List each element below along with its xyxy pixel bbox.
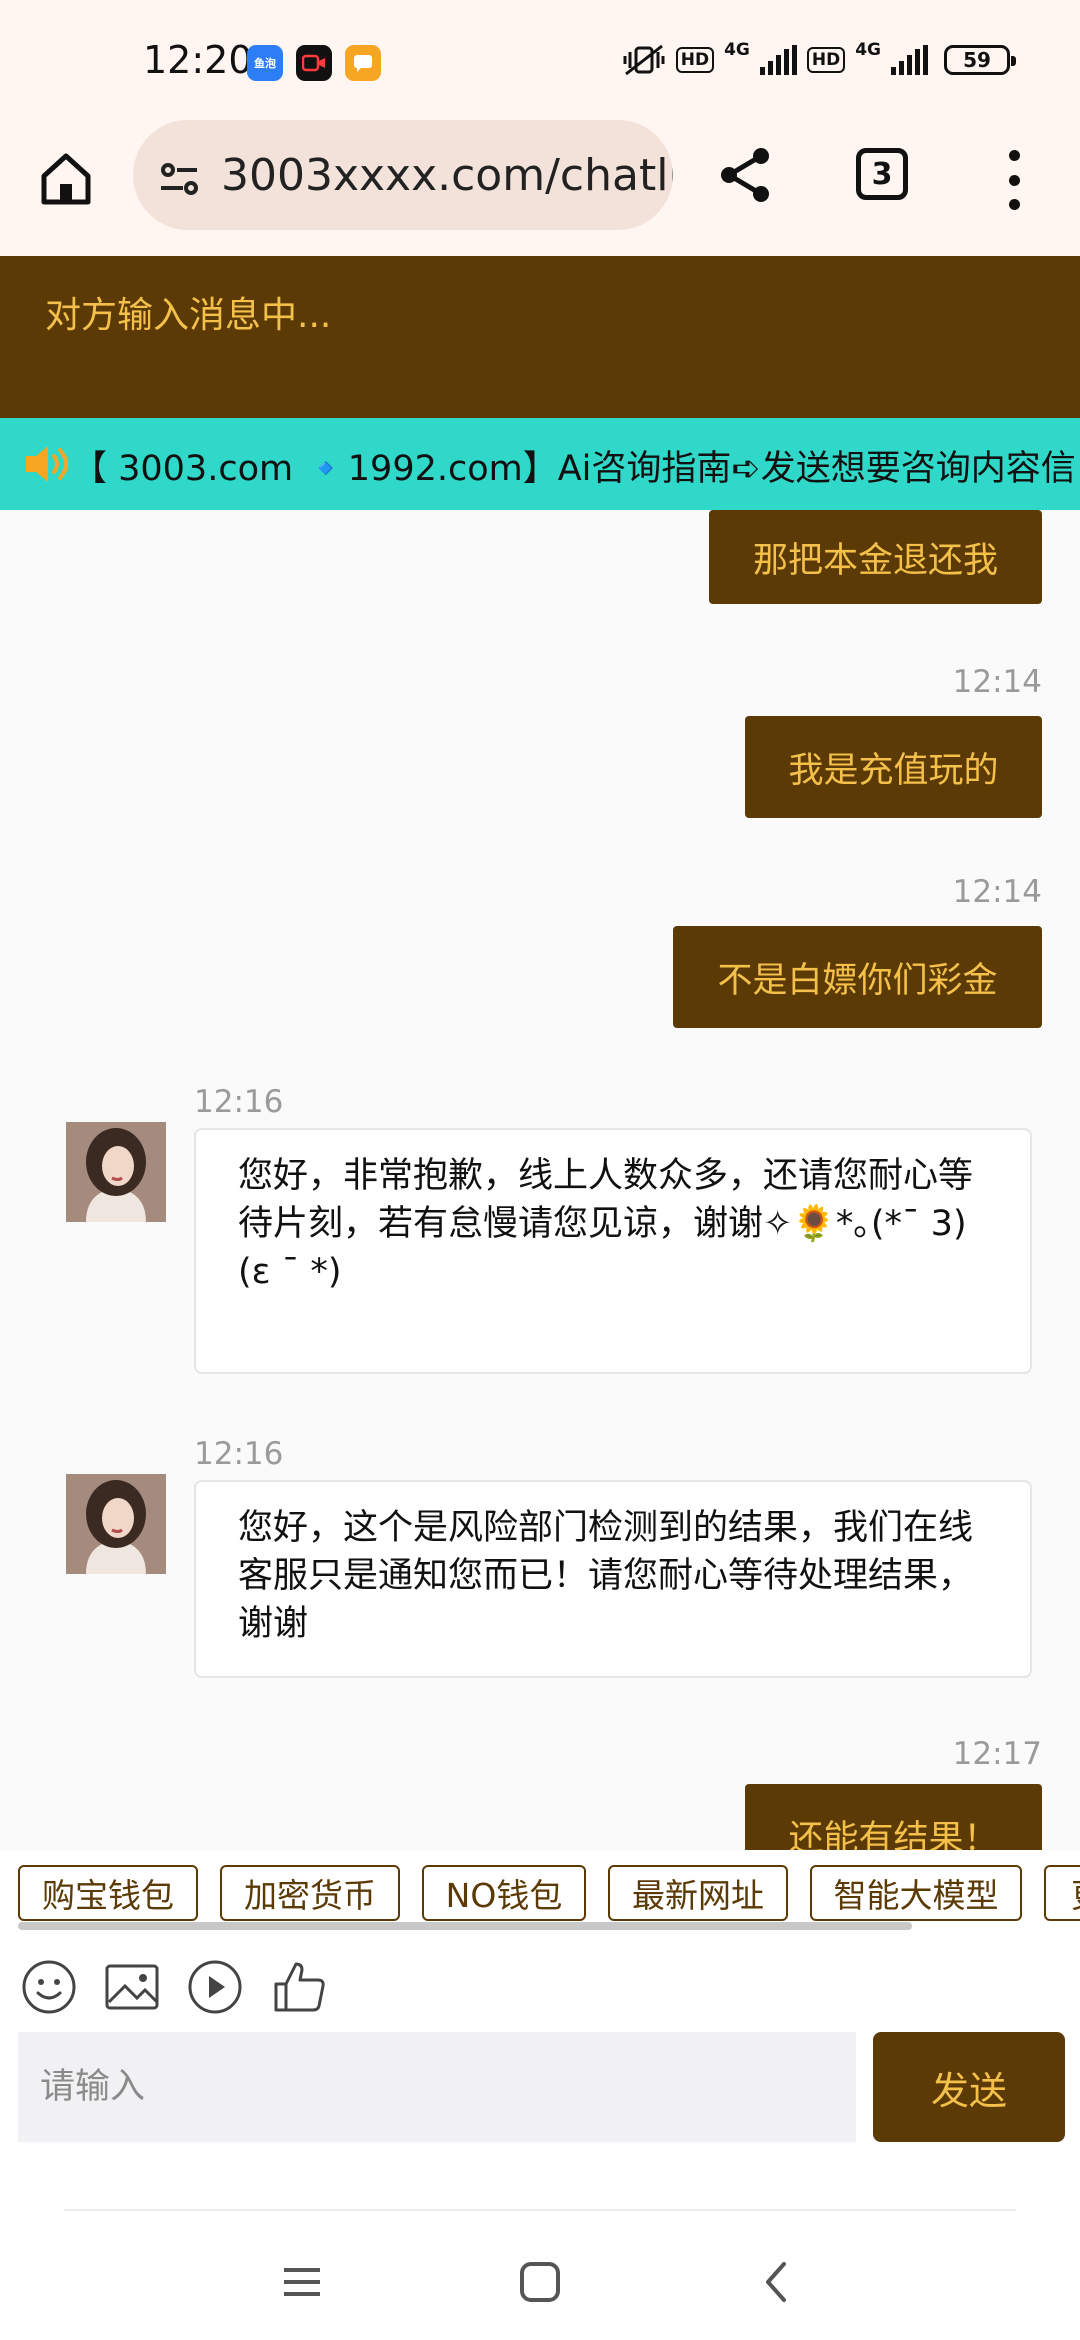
message-time: 12:16 (194, 1436, 284, 1472)
message-time: 12:14 (952, 874, 1042, 910)
quick-chip-ai-model[interactable]: 智能大模型 (810, 1865, 1022, 1921)
video-icon[interactable] (186, 1958, 244, 2016)
message-time: 12:17 (952, 1736, 1042, 1772)
message-bubble-received[interactable]: 您好，非常抱歉，线上人数众多，还请您耐心等待片刻，若有怠慢请您见谅，谢谢✧🌻*｡… (194, 1128, 1032, 1374)
like-icon[interactable] (270, 1958, 328, 2016)
address-bar[interactable]: 3003xxxx.com/chatlink (133, 120, 673, 230)
share-icon[interactable] (715, 144, 777, 206)
message-bubble-received[interactable]: 您好，这个是风险部门检测到的结果，我们在线客服只是通知您而已！请您耐心等待处理结… (194, 1480, 1032, 1678)
browser-toolbar: 3003xxxx.com/chatlink 3 (0, 120, 1080, 256)
back-icon[interactable] (754, 2258, 802, 2306)
url-text[interactable]: 3003xxxx.com/chatlink (221, 150, 673, 201)
signal-icon-2 (891, 45, 928, 75)
speaker-icon (26, 446, 68, 482)
network-type: 4G (724, 40, 750, 60)
avatar[interactable] (66, 1474, 166, 1574)
overflow-menu-icon[interactable] (1004, 150, 1024, 210)
message-bubble-sent[interactable]: 不是白嫖你们彩金 (673, 926, 1042, 1028)
status-time: 12:20 (143, 38, 253, 82)
nav-home-icon[interactable] (516, 2258, 564, 2306)
recent-apps-icon[interactable] (278, 2258, 326, 2306)
home-icon[interactable] (36, 148, 96, 208)
message-time: 12:16 (194, 1084, 284, 1120)
composer-tools (0, 1934, 1080, 2030)
message-bubble-sent[interactable]: 那把本金退还我 (709, 510, 1042, 604)
message-app-icon (345, 45, 381, 81)
status-indicators: HD 4G HD 4G 59 (622, 40, 1016, 78)
message-input[interactable] (18, 2032, 856, 2142)
screen-record-icon (296, 45, 332, 81)
send-button[interactable]: 发送 (873, 2032, 1065, 2142)
quick-chip-latest-url[interactable]: 最新网址 (608, 1865, 788, 1921)
status-bar: 12:20 鱼泡 HD 4G HD 4G 59 (0, 0, 1080, 120)
mute-vibrate-icon (623, 44, 665, 76)
nav-divider (64, 2209, 1016, 2211)
chips-scrollbar[interactable] (18, 1922, 912, 1930)
announcement-marquee[interactable]: 【 3003.com 🔹1992.com】Ai咨询指南➪发送想要咨询内容信 (0, 418, 1080, 510)
message-bubble-sent[interactable]: 还能有结果！ (745, 1784, 1042, 1850)
message-time: 12:14 (952, 664, 1042, 700)
quick-chip-crypto[interactable]: 加密货币 (220, 1865, 400, 1921)
quick-chip-no-wallet[interactable]: NO钱包 (422, 1865, 586, 1921)
chat-header: 对方输入消息中... (0, 256, 1080, 418)
image-icon[interactable] (103, 1958, 161, 2016)
hd-badge-2: HD (806, 47, 846, 73)
system-nav-bar (0, 2162, 1080, 2340)
message-list[interactable]: 那把本金退还我 12:14 我是充值玩的 12:14 不是白嫖你们彩金 12:1… (0, 510, 1080, 1850)
network-type-2: 4G (855, 40, 881, 60)
yupao-app-icon: 鱼泡 (247, 45, 283, 81)
emoji-icon[interactable] (20, 1958, 78, 2016)
marquee-text: 【 3003.com 🔹1992.com】Ai咨询指南➪发送想要咨询内容信 (72, 449, 1076, 489)
hd-badge: HD (675, 47, 715, 73)
typing-status: 对方输入消息中... (45, 295, 332, 336)
message-bubble-sent[interactable]: 我是充值玩的 (745, 716, 1042, 818)
quick-chip-more[interactable]: 更多 (1044, 1865, 1080, 1921)
quick-chip-wallet[interactable]: 购宝钱包 (18, 1865, 198, 1921)
signal-icon (759, 45, 797, 75)
tab-switcher-button[interactable]: 3 (856, 148, 908, 200)
site-settings-icon[interactable] (155, 154, 205, 204)
battery-icon: 59 (944, 45, 1016, 75)
composer: 发送 (0, 2030, 1080, 2162)
avatar[interactable] (66, 1122, 166, 1222)
